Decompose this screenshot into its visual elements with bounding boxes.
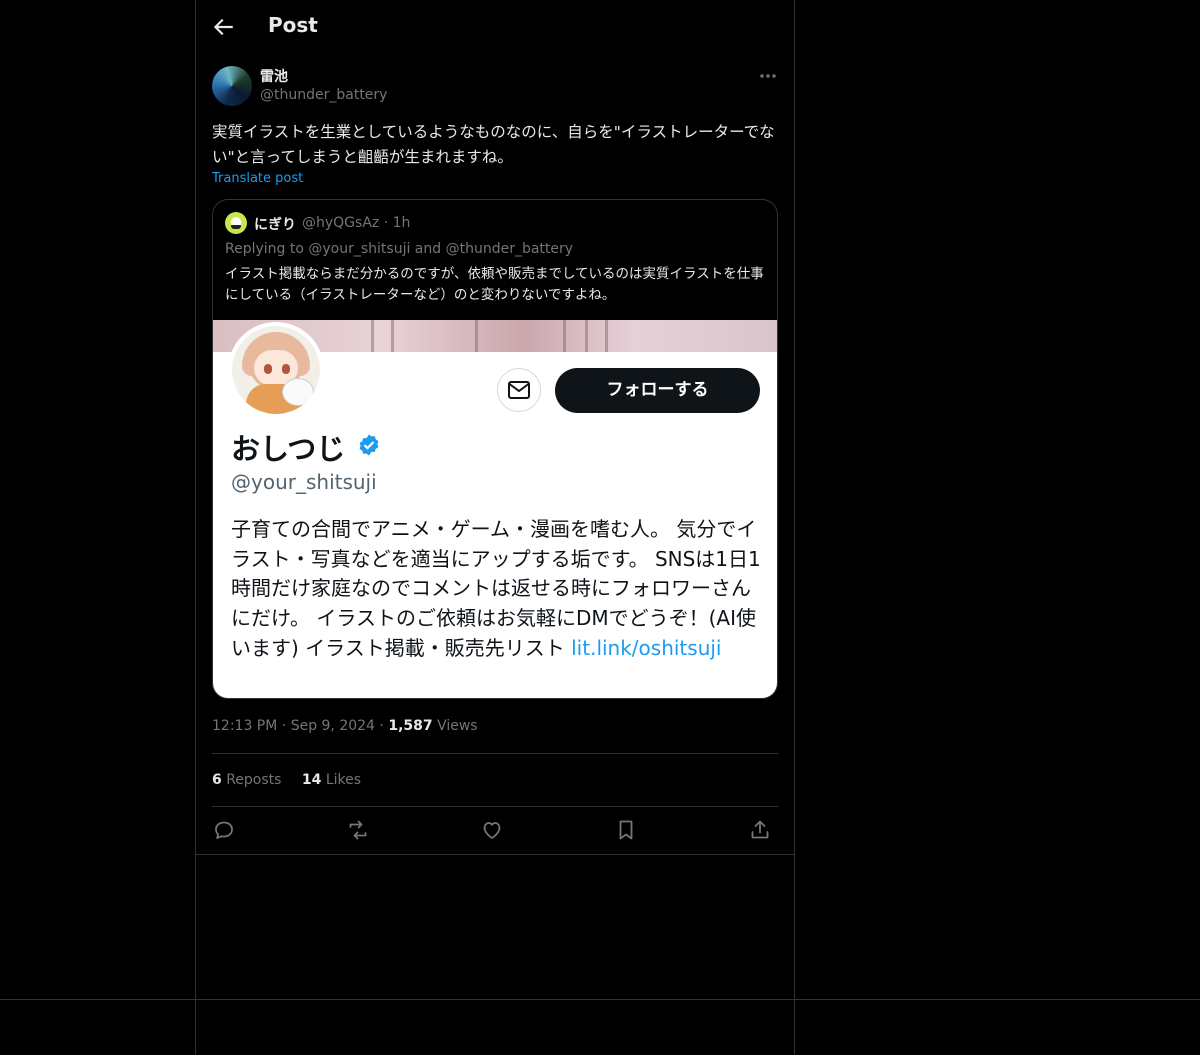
banner-stripe	[585, 320, 588, 352]
translate-post-link[interactable]: Translate post	[212, 171, 303, 186]
arrow-left-icon	[213, 18, 233, 36]
back-button[interactable]	[210, 14, 236, 40]
onigiri-icon	[231, 217, 241, 229]
likes-count: 14	[301, 772, 322, 788]
engagement-stats: 6 Reposts 14 Likes	[212, 772, 377, 788]
likes-stat[interactable]: 14 Likes	[302, 772, 361, 788]
divider	[212, 753, 778, 754]
views-count: 1,587	[388, 718, 433, 734]
bio-link: lit.link/oshitsuji	[571, 635, 722, 660]
divider	[212, 806, 778, 807]
action-bar	[212, 818, 778, 842]
like-button[interactable]	[480, 818, 504, 842]
reply-icon	[215, 821, 233, 839]
follow-button: フォローする	[555, 368, 760, 413]
repost-icon	[349, 820, 367, 840]
more-options-button[interactable]	[758, 68, 778, 84]
banner-stripe	[475, 320, 478, 352]
embedded-profile-name: おしつじ	[231, 432, 346, 466]
post-time[interactable]: 12:13 PM	[212, 718, 277, 734]
share-icon	[751, 820, 769, 839]
bookmark-button[interactable]	[614, 818, 638, 842]
post-meta: 12:13 PM · Sep 9, 2024 · 1,587 Views	[212, 718, 478, 734]
views-label: Views	[437, 718, 478, 734]
embedded-profile-bio: 子育ての合間でアニメ・ゲーム・漫画を嗜む人。 気分でイラスト・写真などを適当にア…	[231, 515, 761, 664]
bookmark-icon	[619, 820, 633, 840]
reposts-count: 6	[212, 772, 222, 788]
mail-icon	[508, 381, 530, 399]
share-button[interactable]	[748, 818, 772, 842]
page-bottom-divider	[0, 999, 1200, 1000]
meta-separator: ·	[281, 718, 291, 734]
divider	[196, 854, 794, 855]
reposts-label: Reposts	[226, 772, 282, 788]
avatar-eye	[282, 364, 290, 374]
embedded-profile-handle: @your_shitsuji	[231, 470, 377, 494]
quoted-post-image[interactable]: フォローする おしつじ @your_shitsuji 子育ての合間でアニメ・ゲー…	[213, 320, 777, 698]
meta-separator: ·	[379, 718, 389, 734]
quoted-author-avatar	[225, 212, 247, 234]
replying-to-text: Replying to @your_shitsuji and @thunder_…	[225, 241, 574, 257]
meta-separator: ·	[383, 215, 393, 231]
page-title: Post	[268, 13, 318, 37]
column-border-right	[794, 0, 795, 1055]
post-text: 実質イラストを生業としているようなものなのに、自らを"イラストレーターでない"と…	[212, 123, 775, 166]
author-name[interactable]: 雷池	[260, 66, 288, 86]
author-handle[interactable]: @thunder_battery	[260, 87, 387, 103]
avatar-sheep	[282, 378, 314, 406]
post-date[interactable]: Sep 9, 2024	[291, 718, 375, 734]
heart-icon	[483, 822, 501, 839]
quoted-post-text: イラスト掲載ならまだ分かるのですが、依頼や販売までしているのは実質イラストを仕事…	[225, 266, 764, 303]
banner-stripe	[563, 320, 566, 352]
page-header: Post	[196, 0, 794, 55]
quoted-post-time: 1h	[392, 215, 411, 231]
avatar-eye	[264, 364, 272, 374]
more-horizontal-icon	[760, 74, 776, 78]
message-button	[497, 368, 541, 412]
quoted-author-name: にぎり	[254, 217, 296, 233]
verified-badge-icon	[357, 433, 381, 457]
reply-button[interactable]	[212, 818, 236, 842]
repost-button[interactable]	[346, 818, 370, 842]
banner-stripe	[371, 320, 374, 352]
quoted-post[interactable]: にぎり @hyQGsAz · 1h Replying to @your_shit…	[212, 199, 778, 699]
author-avatar[interactable]	[212, 66, 252, 106]
banner-stripe	[605, 320, 608, 352]
embedded-profile-avatar	[228, 322, 324, 418]
likes-label: Likes	[325, 772, 362, 788]
quoted-author-meta: @hyQGsAz · 1h	[302, 215, 410, 231]
quoted-author-handle: @hyQGsAz	[302, 215, 380, 231]
column-border-left	[195, 0, 196, 1055]
reposts-stat[interactable]: 6 Reposts	[212, 772, 281, 788]
banner-stripe	[391, 320, 394, 352]
